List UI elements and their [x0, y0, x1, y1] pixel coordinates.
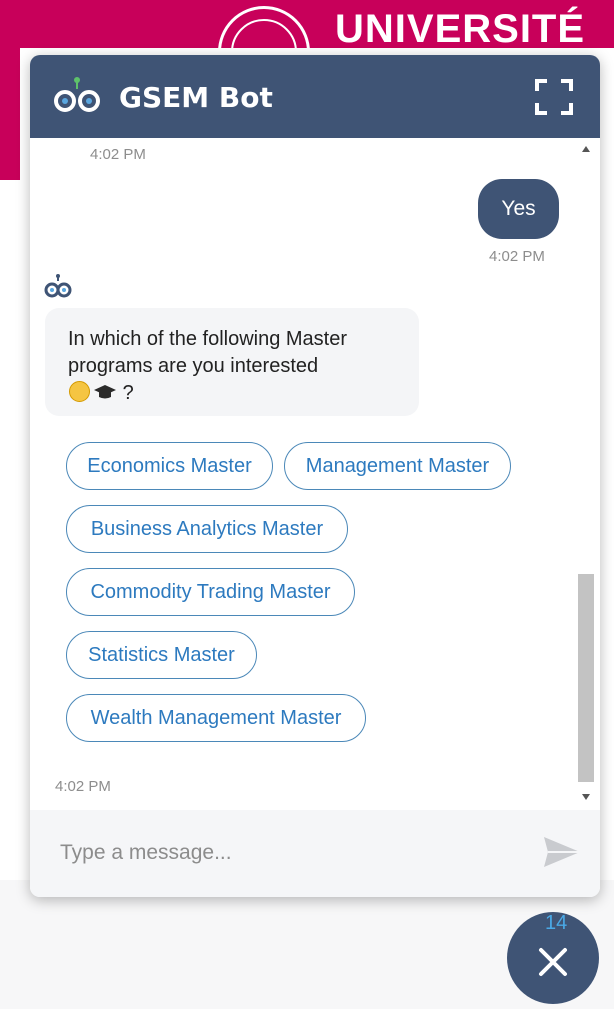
- message-scrollbar[interactable]: [578, 142, 594, 802]
- option-business-analytics-master[interactable]: Business Analytics Master: [66, 505, 348, 553]
- unread-badge: 14: [545, 912, 568, 934]
- bot-message-text: In which of the following Master program…: [68, 328, 348, 377]
- scroll-down-arrow-icon[interactable]: [582, 794, 590, 800]
- smiling-face-icon: [69, 381, 90, 402]
- option-wealth-management-master[interactable]: Wealth Management Master: [66, 694, 366, 742]
- close-icon: [539, 948, 567, 976]
- chat-widget: GSEM Bot 4:02 PM Yes 4:02 PM In which of…: [30, 55, 600, 897]
- message-list[interactable]: 4:02 PM Yes 4:02 PM In which of the foll…: [30, 138, 600, 810]
- bot-avatar-icon: [44, 274, 72, 298]
- message-composer: [30, 810, 600, 897]
- bot-message-emoji-line: ?: [69, 381, 134, 405]
- option-statistics-master[interactable]: Statistics Master: [66, 631, 257, 679]
- message-timestamp: 4:02 PM: [90, 146, 146, 163]
- graduation-cap-icon: [94, 385, 116, 399]
- bot-message-suffix: ?: [122, 382, 134, 404]
- option-economics-master[interactable]: Economics Master: [66, 442, 273, 490]
- user-message-text: Yes: [501, 197, 536, 220]
- message-timestamp: 4:02 PM: [489, 248, 545, 265]
- chat-title: GSEM Bot: [119, 81, 273, 114]
- fullscreen-icon[interactable]: [534, 78, 574, 116]
- bot-message: In which of the following Master program…: [45, 308, 419, 416]
- message-input[interactable]: [58, 832, 532, 874]
- chat-launcher-button[interactable]: 14: [507, 912, 599, 1004]
- user-message: Yes: [478, 179, 559, 239]
- chat-header: GSEM Bot: [30, 55, 600, 138]
- site-side-band: [0, 48, 20, 180]
- scroll-up-arrow-icon[interactable]: [582, 146, 590, 152]
- option-commodity-trading-master[interactable]: Commodity Trading Master: [66, 568, 355, 616]
- bot-logo-icon: [54, 77, 100, 112]
- message-timestamp: 4:02 PM: [55, 778, 111, 795]
- site-title: UNIVERSITÉ: [335, 7, 586, 51]
- option-management-master[interactable]: Management Master: [284, 442, 511, 490]
- send-icon[interactable]: [542, 834, 582, 870]
- scrollbar-thumb[interactable]: [578, 574, 594, 782]
